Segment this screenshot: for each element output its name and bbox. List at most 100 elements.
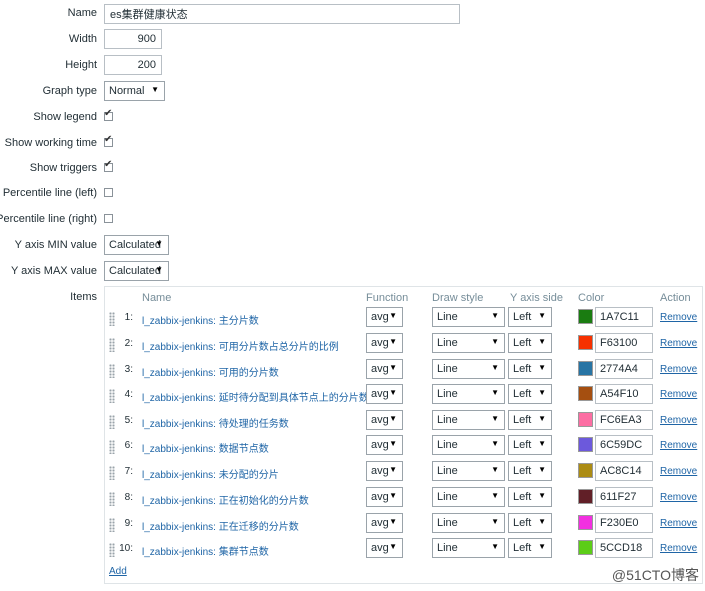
drag-handle-icon[interactable] bbox=[109, 338, 115, 352]
color-swatch[interactable] bbox=[578, 437, 593, 452]
color-input[interactable]: 611F27 bbox=[595, 487, 653, 507]
remove-link[interactable]: Remove bbox=[660, 338, 697, 349]
y-axis-side-select[interactable]: Left ▼ bbox=[508, 333, 552, 353]
function-select[interactable]: avg ▼ bbox=[366, 461, 403, 481]
height-input[interactable] bbox=[104, 55, 162, 75]
remove-link[interactable]: Remove bbox=[660, 312, 697, 323]
y-axis-side-select[interactable]: Left ▼ bbox=[508, 461, 552, 481]
function-select[interactable]: avg ▼ bbox=[366, 538, 403, 558]
item-name-link[interactable]: l_zabbix-jenkins: 延时待分配到具体节点上的分片数 bbox=[142, 389, 369, 404]
function-select[interactable]: avg ▼ bbox=[366, 359, 403, 379]
item-name-link[interactable]: l_zabbix-jenkins: 可用分片数占总分片的比例 bbox=[142, 338, 339, 353]
draw-style-select[interactable]: Line ▼ bbox=[432, 461, 505, 481]
chevron-down-icon: ▼ bbox=[538, 388, 546, 397]
color-swatch[interactable] bbox=[578, 309, 593, 324]
color-input[interactable]: 1A7C11 bbox=[595, 307, 653, 327]
color-input[interactable]: AC8C14 bbox=[595, 461, 653, 481]
remove-link[interactable]: Remove bbox=[660, 543, 697, 554]
color-input[interactable]: F63100 bbox=[595, 333, 653, 353]
add-item-link[interactable]: Add bbox=[109, 566, 127, 577]
chevron-down-icon: ▼ bbox=[491, 542, 499, 551]
chevron-down-icon: ▼ bbox=[491, 388, 499, 397]
show-working-time-checkbox[interactable] bbox=[104, 134, 113, 147]
remove-link[interactable]: Remove bbox=[660, 389, 697, 400]
drag-handle-icon[interactable] bbox=[109, 492, 115, 506]
chevron-down-icon: ▼ bbox=[389, 337, 397, 346]
draw-style-select[interactable]: Line ▼ bbox=[432, 359, 505, 379]
remove-link[interactable]: Remove bbox=[660, 364, 697, 375]
drag-handle-icon[interactable] bbox=[109, 543, 115, 557]
remove-link[interactable]: Remove bbox=[660, 518, 697, 529]
name-input[interactable] bbox=[104, 4, 460, 24]
item-name-link[interactable]: l_zabbix-jenkins: 数据节点数 bbox=[142, 440, 269, 455]
function-select[interactable]: avg ▼ bbox=[366, 513, 403, 533]
color-input[interactable]: 6C59DC bbox=[595, 435, 653, 455]
y-axis-side-select[interactable]: Left ▼ bbox=[508, 487, 552, 507]
drag-handle-icon[interactable] bbox=[109, 389, 115, 403]
item-name-link[interactable]: l_zabbix-jenkins: 正在初始化的分片数 bbox=[142, 492, 309, 507]
percentile-left-checkbox[interactable] bbox=[104, 188, 113, 197]
width-input[interactable] bbox=[104, 29, 162, 49]
ymax-select[interactable]: Calculated ▼ bbox=[104, 261, 169, 281]
draw-style-value: Line bbox=[437, 311, 458, 323]
drag-handle-icon[interactable] bbox=[109, 466, 115, 480]
y-axis-side-select[interactable]: Left ▼ bbox=[508, 513, 552, 533]
color-swatch[interactable] bbox=[578, 386, 593, 401]
draw-style-select[interactable]: Line ▼ bbox=[432, 333, 505, 353]
drag-handle-icon[interactable] bbox=[109, 440, 115, 454]
percentile-right-checkbox[interactable] bbox=[104, 214, 113, 223]
drag-handle-icon[interactable] bbox=[109, 518, 115, 532]
y-axis-side-select[interactable]: Left ▼ bbox=[508, 435, 552, 455]
y-axis-side-select[interactable]: Left ▼ bbox=[508, 538, 552, 558]
remove-link[interactable]: Remove bbox=[660, 415, 697, 426]
color-input[interactable]: 2774A4 bbox=[595, 359, 653, 379]
remove-link[interactable]: Remove bbox=[660, 492, 697, 503]
function-select[interactable]: avg ▼ bbox=[366, 435, 403, 455]
draw-style-select[interactable]: Line ▼ bbox=[432, 513, 505, 533]
remove-link[interactable]: Remove bbox=[660, 440, 697, 451]
column-header-action: Action bbox=[660, 292, 691, 304]
item-name-link[interactable]: l_zabbix-jenkins: 未分配的分片 bbox=[142, 466, 279, 481]
function-select[interactable]: avg ▼ bbox=[366, 307, 403, 327]
y-axis-side-select[interactable]: Left ▼ bbox=[508, 359, 552, 379]
table-row: 6: l_zabbix-jenkins: 数据节点数 avg ▼ Line ▼ Left ▼ 6… bbox=[104, 435, 703, 459]
remove-link[interactable]: Remove bbox=[660, 466, 697, 477]
drag-handle-icon[interactable] bbox=[109, 415, 115, 429]
color-swatch[interactable] bbox=[578, 540, 593, 555]
draw-style-select[interactable]: Line ▼ bbox=[432, 435, 505, 455]
show-triggers-checkbox[interactable] bbox=[104, 159, 113, 172]
color-swatch[interactable] bbox=[578, 335, 593, 350]
graph-type-select[interactable]: Normal ▼ bbox=[104, 81, 165, 101]
show-legend-checkbox[interactable] bbox=[104, 108, 113, 121]
item-name-link[interactable]: l_zabbix-jenkins: 可用的分片数 bbox=[142, 364, 279, 379]
color-swatch[interactable] bbox=[578, 412, 593, 427]
chevron-down-icon: ▼ bbox=[538, 337, 546, 346]
drag-handle-icon[interactable] bbox=[109, 312, 115, 326]
color-input[interactable]: F230E0 bbox=[595, 513, 653, 533]
item-name-link[interactable]: l_zabbix-jenkins: 正在迁移的分片数 bbox=[142, 518, 299, 533]
function-select[interactable]: avg ▼ bbox=[366, 410, 403, 430]
color-input[interactable]: 5CCD18 bbox=[595, 538, 653, 558]
draw-style-select[interactable]: Line ▼ bbox=[432, 538, 505, 558]
y-axis-side-select[interactable]: Left ▼ bbox=[508, 410, 552, 430]
color-swatch[interactable] bbox=[578, 489, 593, 504]
color-swatch[interactable] bbox=[578, 515, 593, 530]
item-name-link[interactable]: l_zabbix-jenkins: 集群节点数 bbox=[142, 543, 269, 558]
draw-style-select[interactable]: Line ▼ bbox=[432, 487, 505, 507]
color-input[interactable]: FC6EA3 bbox=[595, 410, 653, 430]
draw-style-select[interactable]: Line ▼ bbox=[432, 384, 505, 404]
drag-handle-icon[interactable] bbox=[109, 364, 115, 378]
color-input[interactable]: A54F10 bbox=[595, 384, 653, 404]
color-swatch[interactable] bbox=[578, 463, 593, 478]
y-axis-side-select[interactable]: Left ▼ bbox=[508, 307, 552, 327]
function-select[interactable]: avg ▼ bbox=[366, 384, 403, 404]
function-select[interactable]: avg ▼ bbox=[366, 487, 403, 507]
ymin-select[interactable]: Calculated ▼ bbox=[104, 235, 169, 255]
draw-style-select[interactable]: Line ▼ bbox=[432, 307, 505, 327]
color-swatch[interactable] bbox=[578, 361, 593, 376]
y-axis-side-select[interactable]: Left ▼ bbox=[508, 384, 552, 404]
function-select[interactable]: avg ▼ bbox=[366, 333, 403, 353]
draw-style-select[interactable]: Line ▼ bbox=[432, 410, 505, 430]
item-name-link[interactable]: l_zabbix-jenkins: 主分片数 bbox=[142, 312, 259, 327]
item-name-link[interactable]: l_zabbix-jenkins: 待处理的任务数 bbox=[142, 415, 289, 430]
